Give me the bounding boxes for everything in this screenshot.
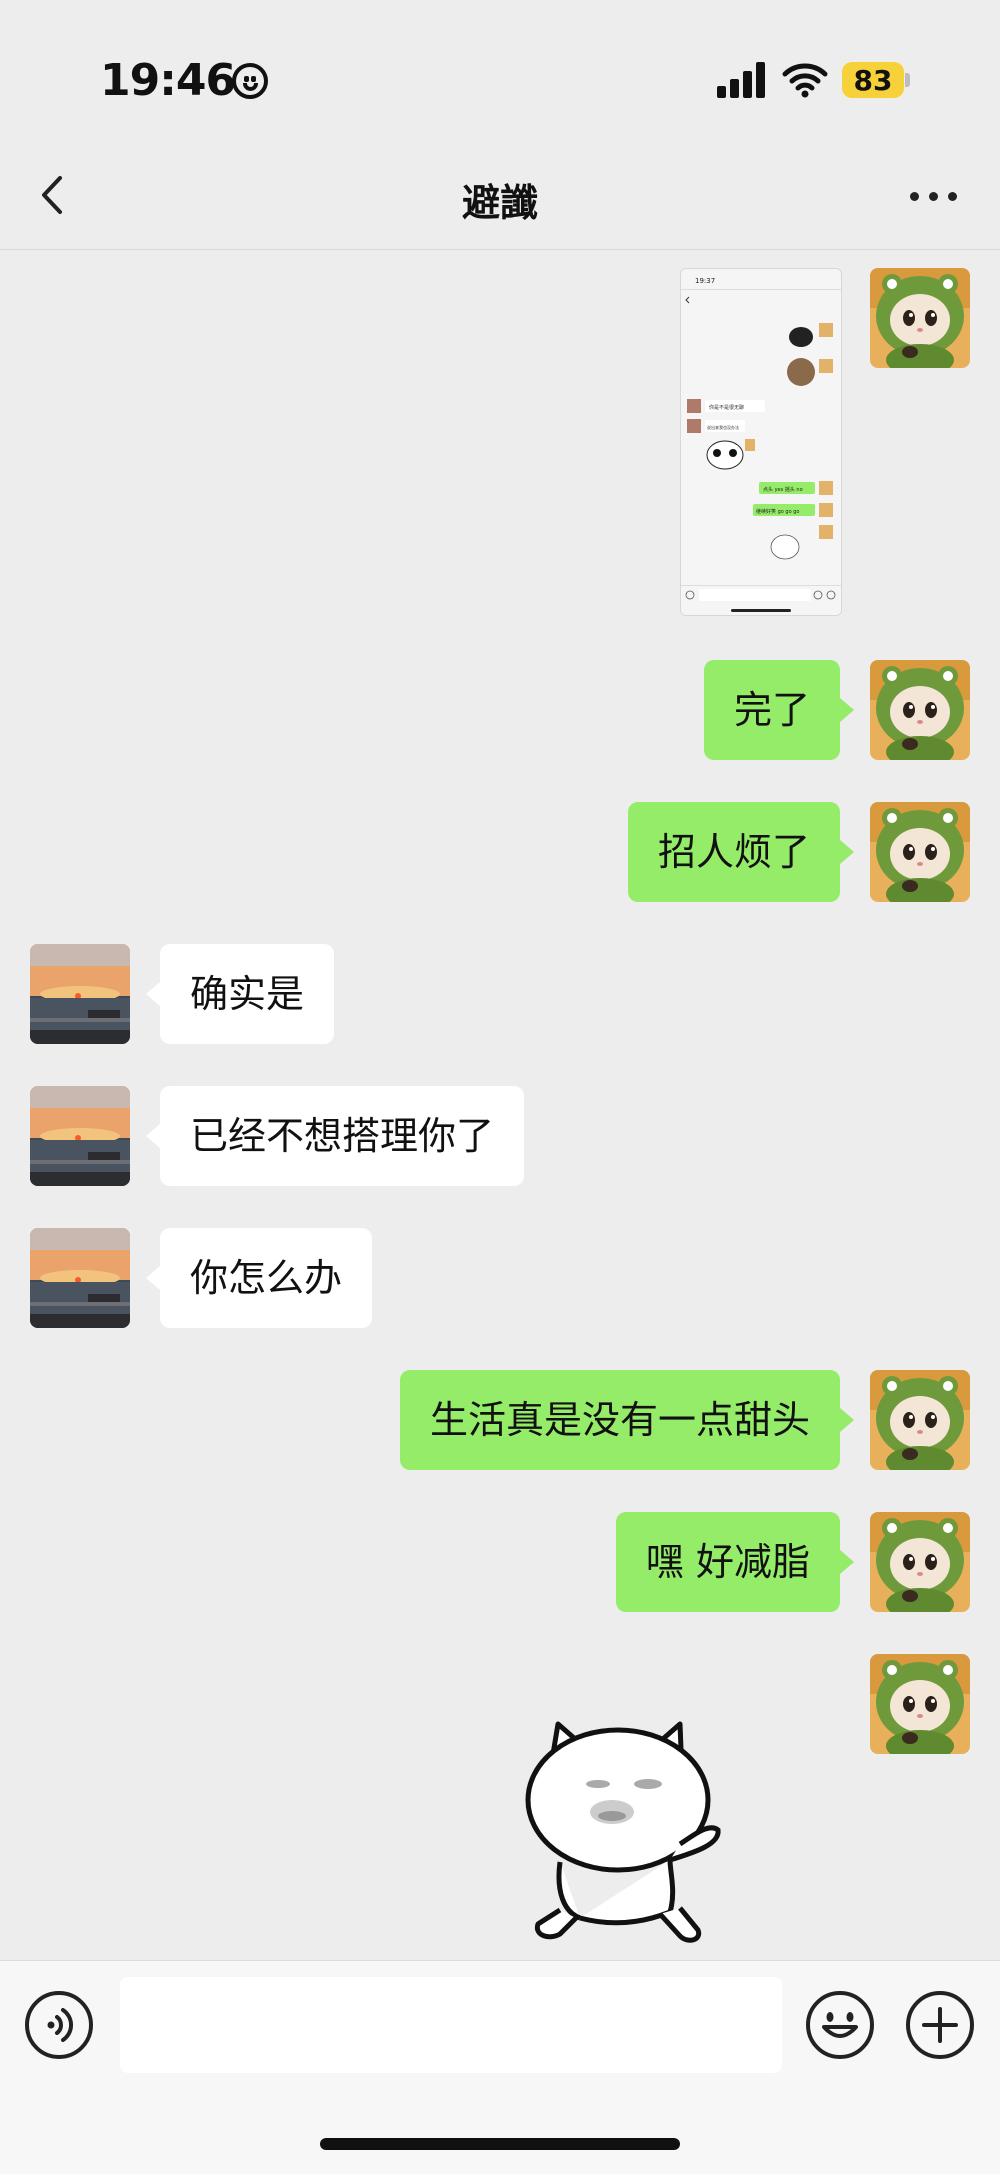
- smiley-icon: [232, 63, 268, 99]
- cat-sticker[interactable]: [520, 1712, 750, 1962]
- battery-level: 83: [853, 64, 893, 97]
- contact-avatar[interactable]: [30, 1228, 130, 1328]
- contact-message-bubble[interactable]: 你怎么办: [145, 1228, 373, 1328]
- preview-message: 继续好笑 go go go: [756, 508, 799, 515]
- my-message-bubble[interactable]: 招人烦了: [627, 802, 855, 902]
- preview-message: 你是不是很无聊: [709, 404, 744, 411]
- my-message-bubble[interactable]: 生活真是没有一点甜头: [399, 1370, 855, 1470]
- plus-icon[interactable]: [906, 1991, 974, 2059]
- preview-message: 说出来我也没办法: [707, 424, 739, 430]
- my-avatar[interactable]: [870, 802, 970, 902]
- contact-avatar[interactable]: [30, 1086, 130, 1186]
- contact-message-bubble[interactable]: 确实是: [145, 944, 335, 1044]
- chat-header: 避讖: [0, 150, 1000, 250]
- contact-message-bubble[interactable]: 已经不想搭理你了: [145, 1086, 525, 1186]
- contact-avatar[interactable]: [30, 944, 130, 1044]
- status-time: 19:46: [100, 55, 236, 106]
- home-indicator[interactable]: [320, 2138, 680, 2150]
- my-avatar[interactable]: [870, 660, 970, 760]
- my-avatar[interactable]: [870, 1654, 970, 1754]
- emoji-icon[interactable]: [806, 1991, 874, 2059]
- my-message-bubble[interactable]: 嘿 好减脂: [615, 1512, 855, 1612]
- preview-message: 点头 yes 摇头 no: [763, 486, 803, 493]
- battery-icon: 83: [842, 62, 910, 98]
- my-avatar[interactable]: [870, 1370, 970, 1470]
- cellular-signal-icon: [717, 62, 765, 98]
- image-message[interactable]: 19:37 你是不是很无聊 说出来我也没办法 点头 yes 摇头 no 继续好笑…: [680, 268, 842, 616]
- ellipsis-icon[interactable]: [908, 176, 960, 216]
- message-input[interactable]: [120, 1977, 782, 2073]
- status-bar: 19:46 83: [0, 0, 1000, 150]
- wifi-icon: [782, 63, 828, 98]
- my-avatar[interactable]: [870, 268, 970, 368]
- chat-title: 避讖: [461, 181, 538, 225]
- my-message-bubble[interactable]: 完了: [703, 660, 855, 760]
- voice-icon[interactable]: [25, 1991, 93, 2059]
- my-avatar[interactable]: [870, 1512, 970, 1612]
- preview-time: 19:37: [695, 277, 715, 285]
